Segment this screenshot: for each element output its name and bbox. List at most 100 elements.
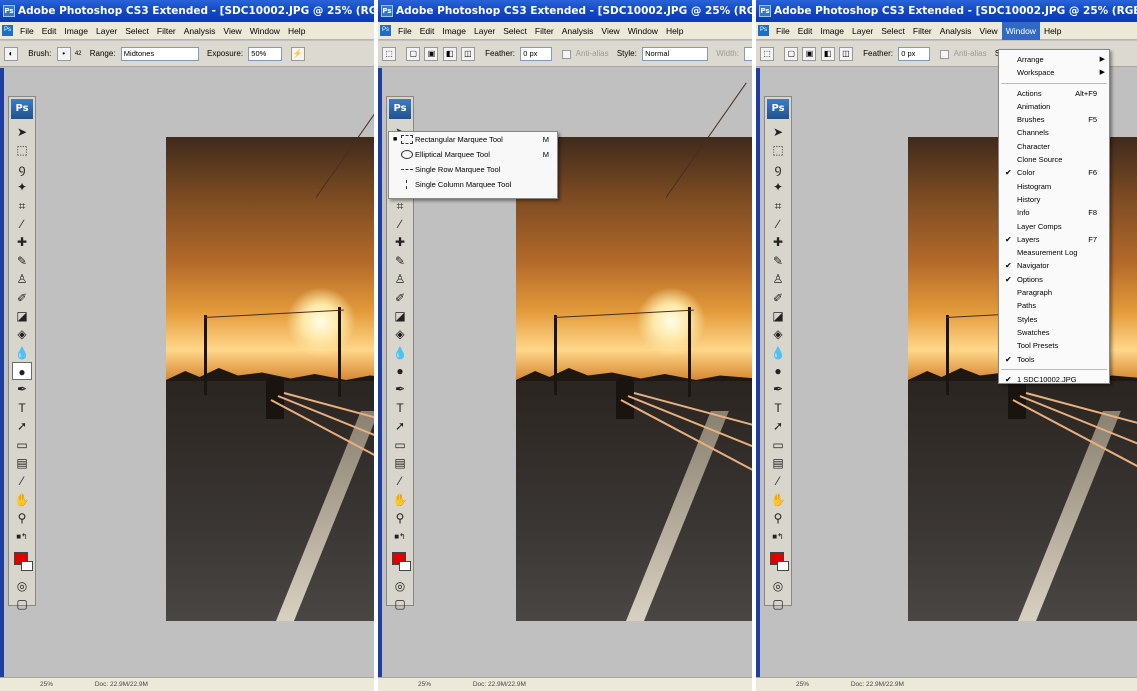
path-selection-icon[interactable]: ➚	[9, 417, 35, 435]
background-color-swatch[interactable]	[21, 560, 33, 571]
menu-edit[interactable]: Edit	[38, 22, 61, 40]
dodge-tool-preset-icon[interactable]: ◐	[4, 47, 18, 61]
hand-tool-icon[interactable]: ✋	[387, 491, 413, 509]
menu-select[interactable]: Select	[121, 22, 153, 40]
subtract-selection-icon[interactable]: ◧	[820, 47, 835, 61]
menu-item-navigator[interactable]: ✔ Navigator	[999, 259, 1109, 272]
screen-mode-icon[interactable]: ▢	[765, 595, 791, 613]
dodge-tool-icon[interactable]: ●	[12, 362, 32, 381]
paint-bucket-icon[interactable]: ◈	[9, 325, 35, 343]
new-selection-icon[interactable]: ▢	[784, 47, 799, 61]
healing-brush-icon[interactable]: ✚	[765, 233, 791, 251]
notes-tool-icon[interactable]: ▤	[765, 454, 791, 472]
menu-image[interactable]: Image	[438, 22, 470, 40]
dodge-tool-icon[interactable]: ●	[387, 362, 413, 380]
menu-file[interactable]: File	[16, 22, 38, 40]
shape-tool-icon[interactable]: ▭	[9, 436, 35, 454]
pen-tool-icon[interactable]: ✒	[387, 380, 413, 398]
menu-item-swatches[interactable]: Swatches	[999, 326, 1109, 339]
menu-item-clone-source[interactable]: Clone Source	[999, 153, 1109, 166]
eraser-tool-icon[interactable]: ◪	[765, 307, 791, 325]
clone-stamp-icon[interactable]: ♙	[765, 270, 791, 288]
healing-brush-icon[interactable]: ✚	[387, 233, 413, 251]
menu-item-options[interactable]: ✔ Options	[999, 273, 1109, 286]
zoom-level[interactable]: 25%	[40, 681, 53, 688]
menu-item-document[interactable]: ✔ 1 SDC10002.JPG	[999, 373, 1109, 386]
menu-item-info[interactable]: Info F8	[999, 206, 1109, 219]
type-tool-icon[interactable]: T	[765, 399, 791, 417]
blur-tool-icon[interactable]: 💧	[387, 344, 413, 362]
menu-image[interactable]: Image	[816, 22, 848, 40]
menu-help[interactable]: Help	[1040, 22, 1065, 40]
healing-brush-icon[interactable]: ✚	[9, 233, 35, 251]
menu-view[interactable]: View	[597, 22, 623, 40]
document-photo[interactable]	[516, 82, 752, 621]
move-tool-icon[interactable]: ➤	[9, 123, 35, 141]
menu-analysis[interactable]: Analysis	[180, 22, 220, 40]
menu-item-measurement-log[interactable]: Measurement Log	[999, 246, 1109, 259]
crop-tool-icon[interactable]: ⌗	[9, 197, 35, 215]
hand-tool-icon[interactable]: ✋	[765, 491, 791, 509]
brush-tool-icon[interactable]: ✎	[9, 252, 35, 270]
flyout-item-single-column-marquee[interactable]: Single Column Marquee Tool	[389, 177, 557, 192]
quick-mask-icon[interactable]: ◎	[765, 577, 791, 595]
menu-analysis[interactable]: Analysis	[558, 22, 598, 40]
menu-file[interactable]: File	[772, 22, 794, 40]
menu-filter[interactable]: Filter	[531, 22, 558, 40]
menu-analysis[interactable]: Analysis	[936, 22, 976, 40]
default-colors-icon[interactable]: ■↰	[387, 528, 413, 546]
blur-tool-icon[interactable]: 💧	[765, 344, 791, 362]
blur-tool-icon[interactable]: 💧	[9, 344, 35, 362]
menu-filter[interactable]: Filter	[909, 22, 936, 40]
menu-window[interactable]: Window	[1001, 22, 1040, 40]
intersect-selection-icon[interactable]: ◫	[838, 47, 853, 61]
slice-tool-icon[interactable]: ∕	[765, 215, 791, 233]
history-brush-icon[interactable]: ✐	[387, 289, 413, 307]
shape-tool-icon[interactable]: ▭	[387, 436, 413, 454]
eyedropper-icon[interactable]: ⁄	[387, 472, 413, 490]
menu-item-histogram[interactable]: Histogram	[999, 180, 1109, 193]
marquee-tool-icon[interactable]: ⬚	[9, 141, 35, 159]
brush-tool-icon[interactable]: ✎	[387, 252, 413, 270]
eraser-tool-icon[interactable]: ◪	[9, 307, 35, 325]
airbrush-icon[interactable]: ⚡	[290, 47, 305, 61]
pen-tool-icon[interactable]: ✒	[9, 380, 35, 398]
dodge-tool-icon[interactable]: ●	[765, 362, 791, 380]
antialias-checkbox[interactable]	[940, 49, 950, 59]
menu-item-paragraph[interactable]: Paragraph	[999, 286, 1109, 299]
type-tool-icon[interactable]: T	[387, 399, 413, 417]
menu-item-arrange[interactable]: Arrange ▶	[999, 53, 1109, 66]
feather-input[interactable]: 0 px	[520, 47, 553, 61]
menu-item-paths[interactable]: Paths	[999, 299, 1109, 312]
flyout-item-single-row-marquee[interactable]: Single Row Marquee Tool	[389, 162, 557, 177]
brush-picker-icon[interactable]: •	[56, 47, 71, 61]
menu-image[interactable]: Image	[60, 22, 92, 40]
menu-view[interactable]: View	[219, 22, 245, 40]
menu-item-layer-comps[interactable]: Layer Comps	[999, 220, 1109, 233]
paint-bucket-icon[interactable]: ◈	[387, 325, 413, 343]
quick-mask-icon[interactable]: ◎	[387, 577, 413, 595]
default-colors-icon[interactable]: ■↰	[765, 528, 791, 546]
menu-select[interactable]: Select	[877, 22, 909, 40]
menu-item-layers[interactable]: ✔ Layers F7	[999, 233, 1109, 246]
crop-tool-icon[interactable]: ⌗	[765, 197, 791, 215]
flyout-item-elliptical-marquee[interactable]: Elliptical Marquee Tool M	[389, 147, 557, 162]
lasso-tool-icon[interactable]: ꝯ	[765, 160, 791, 178]
zoom-level[interactable]: 25%	[418, 681, 431, 688]
zoom-tool-icon[interactable]: ⚲	[9, 509, 35, 527]
menu-item-animation[interactable]: Animation	[999, 100, 1109, 113]
exposure-input[interactable]: 50%	[248, 47, 283, 61]
magic-wand-icon[interactable]: ✦	[765, 178, 791, 196]
lasso-tool-icon[interactable]: ꝯ	[9, 160, 35, 178]
menu-edit[interactable]: Edit	[416, 22, 439, 40]
marquee-preset-icon[interactable]: ⬚	[760, 47, 774, 61]
eraser-tool-icon[interactable]: ◪	[387, 307, 413, 325]
type-tool-icon[interactable]: T	[9, 399, 35, 417]
move-tool-icon[interactable]: ➤	[765, 123, 791, 141]
add-selection-icon[interactable]: ▣	[802, 47, 817, 61]
paint-bucket-icon[interactable]: ◈	[765, 325, 791, 343]
zoom-level[interactable]: 25%	[796, 681, 809, 688]
menu-item-workspace[interactable]: Workspace ▶	[999, 66, 1109, 79]
antialias-checkbox[interactable]	[562, 49, 572, 59]
document-photo[interactable]	[166, 82, 374, 621]
